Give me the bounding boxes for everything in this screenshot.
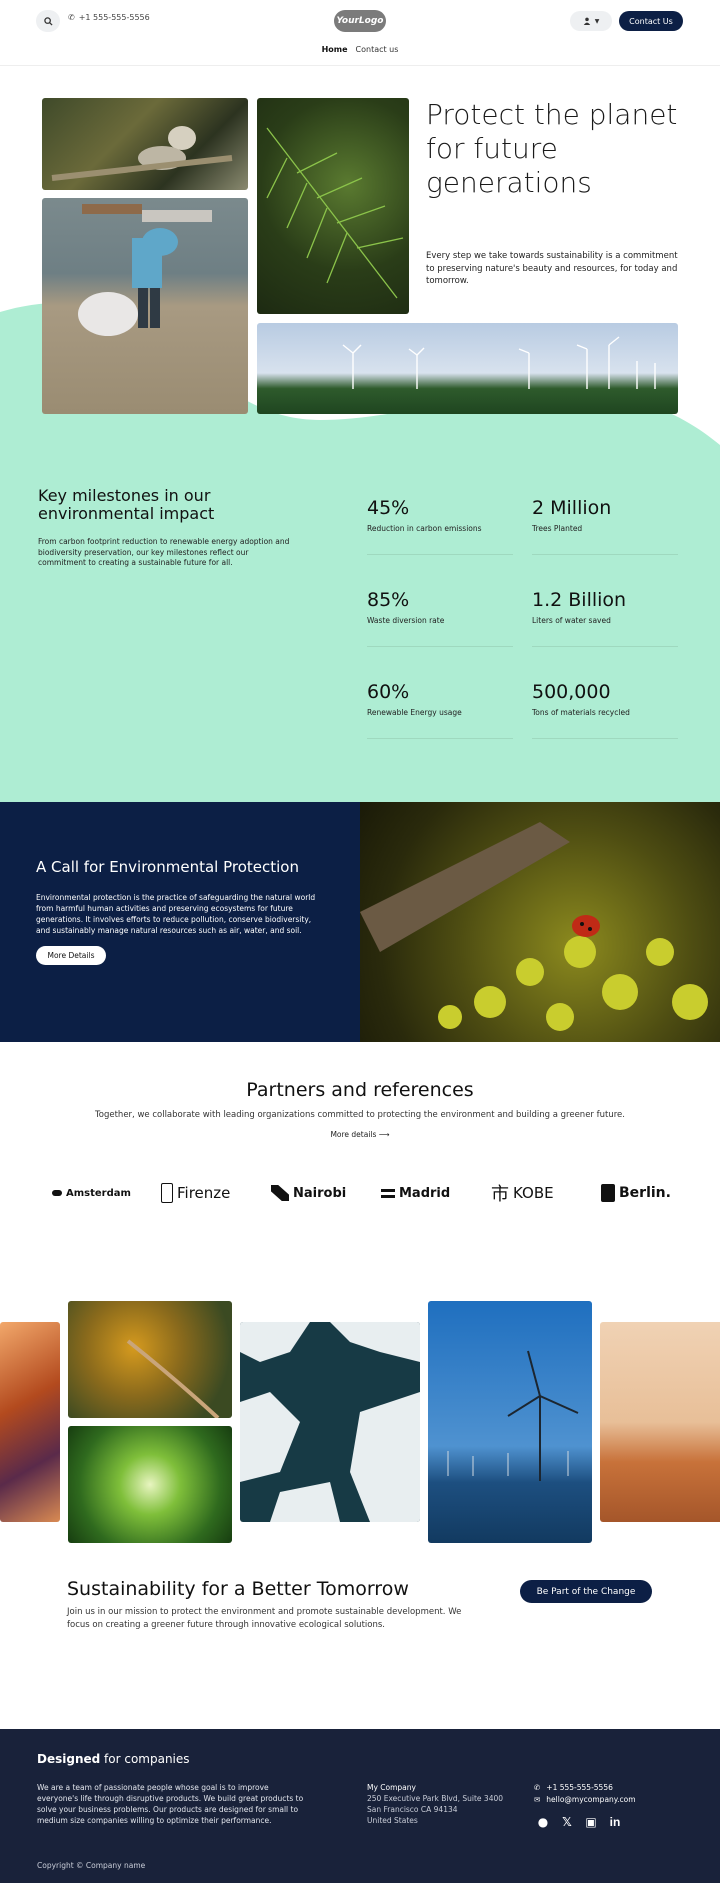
brand-name: Berlin. — [619, 1185, 671, 1201]
stat-label: Liters of water saved — [532, 616, 611, 625]
search-button[interactable] — [36, 10, 60, 32]
footer-heading-rest: for companies — [100, 1752, 190, 1766]
brand-name: KOBE — [513, 1184, 554, 1202]
photo-ice-sea — [240, 1322, 420, 1522]
stat-value: 2 Million — [532, 497, 612, 519]
brand-name: Firenze — [177, 1184, 231, 1202]
stat-value: 85% — [367, 589, 410, 611]
brand-berlin: Berlin. — [601, 1181, 671, 1205]
sustainability-title: Sustainability for a Better Tomorrow — [67, 1578, 409, 1600]
brand-name: Madrid — [399, 1185, 451, 1201]
chevron-down-icon: ▼ — [594, 17, 600, 25]
arrow-right-icon: ⟶ — [378, 1130, 390, 1139]
brand-nairobi: Nairobi — [271, 1181, 346, 1205]
milestones-text: From carbon footprint reduction to renew… — [38, 537, 290, 567]
stat-label: Waste diversion rate — [367, 616, 445, 625]
partners-title: Partners and references — [246, 1079, 474, 1101]
stat-value: 500,000 — [532, 681, 611, 703]
footer-company: My Company — [367, 1783, 416, 1792]
footer-address-line: 250 Executive Park Blvd, Suite 3400 — [367, 1794, 504, 1803]
footer-country: United States — [367, 1816, 418, 1825]
photo-offshore-wind — [428, 1301, 592, 1543]
kobe-logo-icon: 市 — [491, 1184, 509, 1205]
stat-label: Trees Planted — [532, 524, 583, 533]
partners-more-details-link[interactable]: More details ⟶ — [0, 1130, 720, 1139]
photo-desert — [600, 1322, 720, 1522]
header-phone-text: +1 555-555-5556 — [78, 13, 150, 22]
berlin-logo-icon — [601, 1184, 615, 1202]
brand-firenze: Firenze — [161, 1181, 230, 1205]
stat-item: 60% Renewable Energy usage — [367, 681, 513, 739]
partners-subtitle: Together, we collaborate with leading or… — [95, 1110, 625, 1120]
photo-green-trees — [68, 1426, 232, 1543]
stat-value: 1.2 Billion — [532, 589, 627, 611]
footer-phone[interactable]: ✆ +1 555-555-5556 — [534, 1782, 636, 1794]
partners-link-text: More details — [330, 1130, 377, 1139]
nairobi-logo-icon — [271, 1185, 289, 1201]
footer-address-line: San Francisco CA 94134 — [367, 1805, 458, 1814]
instagram-icon[interactable]: ▣ — [584, 1815, 598, 1829]
stat-item: 85% Waste diversion rate — [367, 589, 513, 647]
be-part-of-change-button[interactable]: Be Part of the Change — [520, 1580, 652, 1603]
stat-label: Tons of materials recycled — [532, 708, 630, 717]
footer-email-text: hello@mycompany.com — [546, 1795, 636, 1804]
stat-item: 2 Million Trees Planted — [532, 497, 678, 555]
search-icon — [43, 16, 53, 26]
photo-monkey — [42, 98, 248, 190]
photo-pine-branch — [257, 98, 409, 314]
photo-beach-cleanup — [42, 198, 248, 414]
stat-item: 1.2 Billion Liters of water saved — [532, 589, 678, 647]
stat-label: Renewable Energy usage — [367, 708, 462, 717]
stat-item: 500,000 Tons of materials recycled — [532, 681, 678, 739]
site-header: ✆ +1 555-555-5556 YourLogo ▼ Contact Us … — [0, 0, 720, 66]
more-details-button[interactable]: More Details — [36, 946, 106, 965]
header-phone[interactable]: ✆ +1 555-555-5556 — [68, 13, 150, 22]
photo-wind-turbines — [257, 323, 678, 414]
footer-address: My Company 250 Executive Park Blvd, Suit… — [367, 1782, 503, 1826]
linkedin-icon[interactable]: in — [608, 1815, 622, 1829]
main-nav: Home Contact us — [0, 45, 720, 54]
phone-icon: ✆ — [534, 1783, 541, 1792]
brand-name: Amsterdam — [66, 1187, 131, 1199]
phone-icon: ✆ — [68, 13, 75, 22]
social-links: ● 𝕏 ▣ in — [536, 1815, 622, 1829]
logo[interactable]: YourLogo — [334, 10, 386, 32]
footer-contact: ✆ +1 555-555-5556 ✉ hello@mycompany.com — [534, 1782, 636, 1806]
firenze-logo-icon — [161, 1183, 173, 1203]
photo-canyon — [0, 1322, 60, 1522]
call-text: Environmental protection is the practice… — [36, 893, 316, 935]
brand-kobe: 市 KOBE — [491, 1181, 554, 1205]
stat-value: 60% — [367, 681, 410, 703]
madrid-logo-icon — [381, 1188, 395, 1198]
brand-madrid: Madrid — [381, 1181, 450, 1205]
copyright: Copyright © Company name — [37, 1861, 146, 1870]
footer-heading-bold: Designed — [37, 1752, 101, 1766]
sustainability-text: Join us in our mission to protect the en… — [67, 1607, 462, 1630]
footer-text: We are a team of passionate people whose… — [37, 1783, 304, 1825]
stat-value: 45% — [367, 497, 410, 519]
photo-autumn-forest — [68, 1301, 232, 1418]
footer-heading: Designed for companies — [37, 1752, 190, 1766]
logo-text: YourLogo — [336, 16, 384, 26]
milestones-title: Key milestones in our environmental impa… — [38, 486, 215, 523]
footer-phone-text: +1 555-555-5556 — [546, 1783, 613, 1792]
stat-item: 45% Reduction in carbon emissions — [367, 497, 513, 555]
brand-amsterdam: Amsterdam — [52, 1181, 131, 1205]
nav-home[interactable]: Home — [322, 45, 348, 54]
nav-contact-us[interactable]: Contact us — [356, 45, 399, 54]
x-icon[interactable]: 𝕏 — [560, 1815, 574, 1829]
hero-text: Every step we take towards sustainabilit… — [426, 251, 678, 286]
user-icon — [583, 17, 590, 25]
hero-title: Protect the planet for future generation… — [426, 98, 678, 199]
footer-email[interactable]: ✉ hello@mycompany.com — [534, 1794, 636, 1806]
photo-ladybug — [360, 802, 720, 1042]
brand-name: Nairobi — [293, 1185, 347, 1201]
stat-label: Reduction in carbon emissions — [367, 524, 482, 533]
github-icon[interactable]: ● — [536, 1815, 550, 1829]
user-menu-button[interactable]: ▼ — [570, 11, 612, 31]
call-title: A Call for Environmental Protection — [36, 858, 299, 876]
amsterdam-logo-icon — [52, 1190, 62, 1196]
envelope-icon: ✉ — [534, 1795, 541, 1804]
contact-us-button[interactable]: Contact Us — [619, 11, 683, 31]
